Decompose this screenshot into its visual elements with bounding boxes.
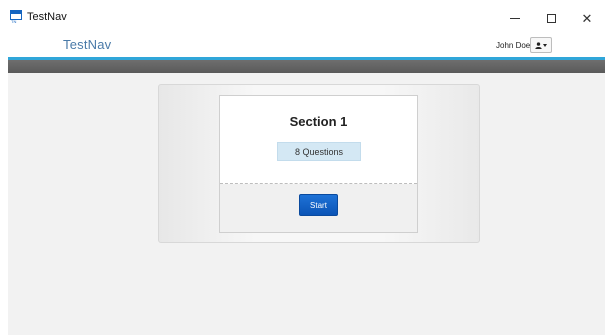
user-menu-button[interactable] [530,37,552,53]
section-title: Section 1 [289,114,348,129]
title-bar: TN TestNav ✕ [0,0,605,36]
window-controls: ✕ [497,0,605,36]
chevron-down-icon [543,43,547,47]
app-icon-caption: TN [11,19,17,24]
section-panel: Section 1 8 Questions Start [158,84,480,243]
section-card-header: Section 1 8 Questions [220,96,417,183]
maximize-button[interactable] [533,0,569,36]
maximize-icon [546,13,556,23]
section-card-footer: Start [220,184,417,232]
question-count-badge: 8 Questions [277,142,361,161]
window-title: TestNav [27,11,67,23]
user-name: John Doe [496,41,531,50]
nav-bar [8,60,605,73]
app-header: TestNav John Doe [0,36,605,57]
testnav-window: TN TestNav ✕ TestNav John Doe Section 1 … [0,0,605,335]
start-button[interactable]: Start [299,194,338,216]
brand-logo: TestNav [63,37,112,52]
main-content: Section 1 8 Questions Start [8,73,605,335]
minimize-button[interactable] [497,0,533,36]
close-button[interactable]: ✕ [569,0,605,36]
section-card: Section 1 8 Questions Start [219,95,418,233]
close-icon: ✕ [581,10,593,26]
user-icon [535,41,542,49]
minimize-icon [510,17,520,19]
